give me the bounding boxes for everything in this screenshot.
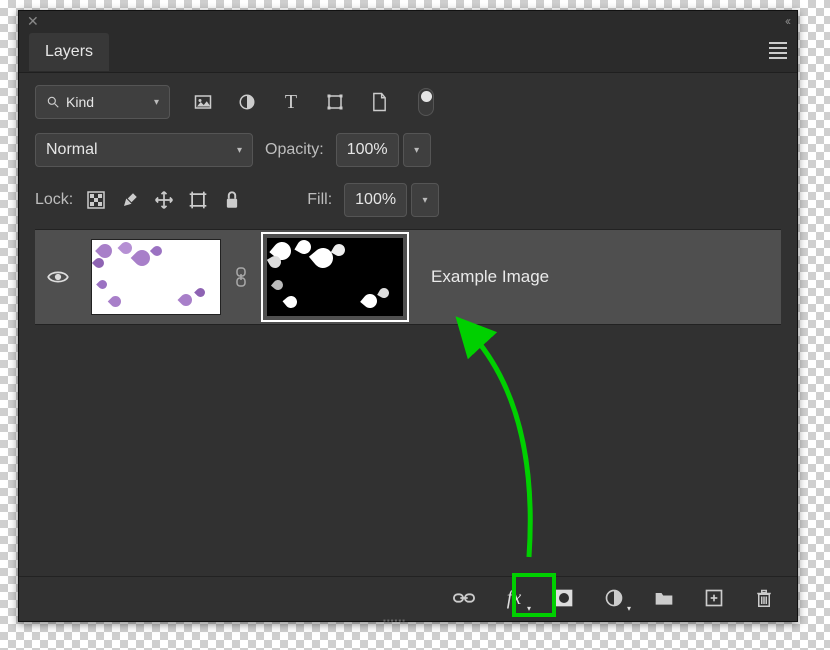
opacity-label: Opacity: — [265, 141, 324, 159]
filter-toggle[interactable] — [418, 88, 434, 116]
filter-kind-dropdown[interactable]: Kind ▾ — [35, 85, 170, 119]
adjustment-filter-icon[interactable] — [236, 91, 258, 113]
filter-kind-label: Kind — [66, 94, 94, 110]
blend-mode-value: Normal — [46, 141, 98, 159]
shape-filter-icon[interactable] — [324, 91, 346, 113]
chevron-down-icon: ▾ — [154, 97, 159, 108]
link-indicator[interactable] — [231, 267, 251, 287]
close-icon[interactable]: ✕ — [27, 13, 39, 30]
layer-list: Example Image — [19, 229, 797, 576]
opacity-input[interactable]: 100% — [336, 133, 399, 167]
lock-row: Lock: Fill: 100% ▾ — [19, 175, 797, 229]
layers-panel: ✕ ‹‹ Layers Kind ▾ T — [18, 10, 798, 622]
opacity-value: 100% — [347, 141, 388, 159]
lock-all-icon[interactable] — [221, 189, 243, 211]
lock-position-icon[interactable] — [153, 189, 175, 211]
filter-row: Kind ▾ T — [19, 73, 797, 125]
mask-thumbnail[interactable] — [261, 232, 409, 322]
lock-artboard-icon[interactable] — [187, 189, 209, 211]
lock-label: Lock: — [35, 191, 73, 209]
panel-menu-button[interactable] — [769, 39, 787, 65]
opacity-stepper[interactable]: ▾ — [403, 133, 431, 167]
panel-titlebar: ✕ ‹‹ — [19, 11, 797, 31]
eye-icon — [47, 269, 69, 285]
chevron-down-icon: ▾ — [237, 145, 242, 156]
pixel-filter-icon[interactable] — [192, 91, 214, 113]
annotation-arrow — [399, 287, 599, 567]
chevron-down-icon: ▾ — [414, 145, 419, 156]
chevron-down-icon: ▾ — [423, 195, 428, 206]
adjustment-layer-button[interactable]: ▾ — [603, 587, 625, 609]
tab-label: Layers — [45, 43, 93, 60]
smartobject-filter-icon[interactable] — [368, 91, 390, 113]
blend-mode-dropdown[interactable]: Normal ▾ — [35, 133, 253, 167]
link-icon — [235, 267, 247, 287]
blend-row: Normal ▾ Opacity: 100% ▾ — [19, 125, 797, 175]
new-group-button[interactable] — [653, 587, 675, 609]
layer-style-button[interactable]: fx▾ — [503, 587, 525, 609]
lock-pixels-icon[interactable] — [119, 189, 141, 211]
fill-value: 100% — [355, 191, 396, 209]
link-layers-button[interactable] — [453, 587, 475, 609]
hamburger-icon — [769, 39, 787, 62]
toggle-knob — [421, 91, 432, 102]
layer-name[interactable]: Example Image — [431, 267, 549, 287]
panel-tabs: Layers — [19, 31, 797, 73]
delete-layer-button[interactable] — [753, 587, 775, 609]
type-filter-icon[interactable]: T — [280, 91, 302, 113]
tab-layers[interactable]: Layers — [29, 33, 109, 71]
search-icon — [46, 95, 60, 109]
new-layer-button[interactable] — [703, 587, 725, 609]
fill-label: Fill: — [307, 191, 332, 209]
resize-grip[interactable]: ▪▪▪▪▪▪ — [383, 616, 433, 622]
collapse-icon[interactable]: ‹‹ — [785, 14, 789, 28]
layer-thumbnail[interactable] — [91, 239, 221, 315]
bottom-toolbar: fx▾ ▾ — [19, 576, 797, 621]
layer-row[interactable]: Example Image — [35, 229, 781, 325]
add-mask-button[interactable] — [553, 587, 575, 609]
fill-stepper[interactable]: ▾ — [411, 183, 439, 217]
visibility-toggle[interactable] — [35, 230, 81, 324]
lock-transparency-icon[interactable] — [85, 189, 107, 211]
fill-input[interactable]: 100% — [344, 183, 407, 217]
